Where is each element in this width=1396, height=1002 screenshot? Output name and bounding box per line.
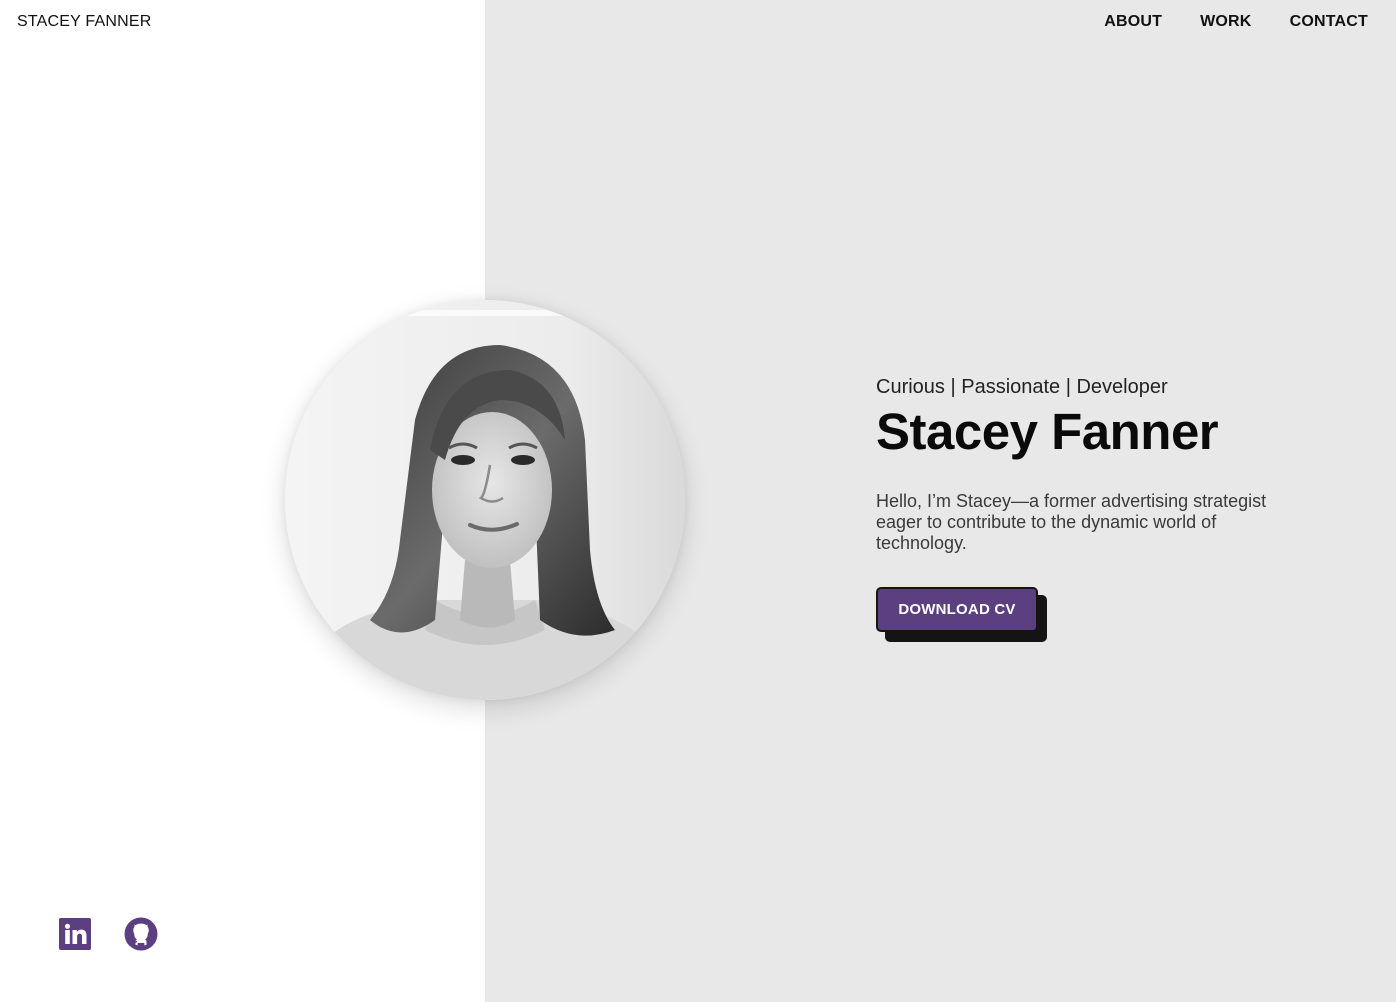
hero-section: Curious | Passionate | Developer Stacey … [876, 375, 1296, 642]
site-logo[interactable]: STACEY FANNER [17, 13, 151, 31]
social-links [58, 917, 158, 951]
hero-tagline: Curious | Passionate | Developer [876, 376, 1168, 398]
nav-about[interactable]: ABOUT [1104, 13, 1162, 31]
github-icon [124, 917, 158, 951]
hero-intro: Hello, I’m Stacey—a former advertising s… [876, 491, 1267, 553]
download-cv-button[interactable]: DOWNLOAD CV [876, 587, 1038, 632]
profile-photo [285, 300, 685, 700]
nav-contact[interactable]: CONTACT [1290, 13, 1368, 31]
linkedin-link[interactable] [58, 917, 92, 951]
download-cv-button-wrap: DOWNLOAD CV [876, 587, 1047, 642]
hero-name: Stacey Fanner [876, 403, 1219, 460]
linkedin-icon [59, 918, 91, 950]
nav-work[interactable]: WORK [1200, 13, 1251, 31]
main-nav: ABOUT WORK CONTACT [1104, 13, 1368, 31]
github-link[interactable] [124, 917, 158, 951]
